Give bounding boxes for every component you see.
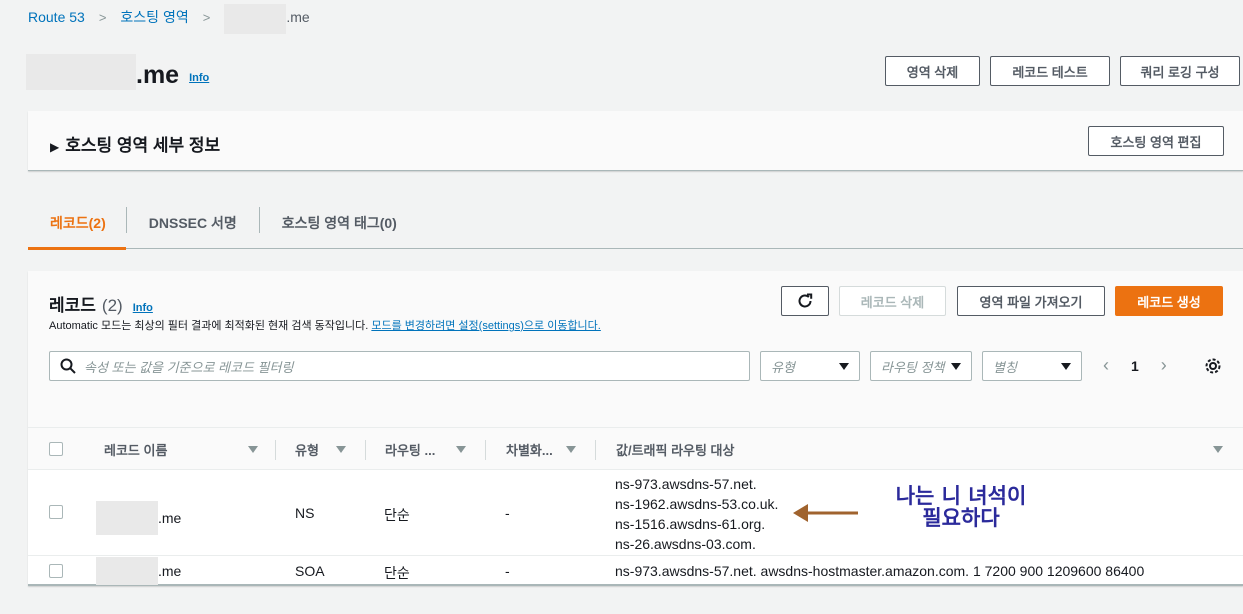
page-title-text: .me xyxy=(136,61,180,89)
breadcrumb: Route 53 > 호스팅 영역 > .me xyxy=(28,4,310,34)
previous-page-icon[interactable]: ‹ xyxy=(1103,355,1109,376)
record-values: ns-973.awsdns-57.net. ns-1962.awsdns-53.… xyxy=(615,474,778,554)
record-routing: 단순 xyxy=(384,565,410,581)
sort-icon xyxy=(1213,446,1223,453)
redacted-domain xyxy=(26,54,136,90)
record-type: NS xyxy=(295,505,315,521)
record-value: ns-973.awsdns-57.net. awsdns-hostmaster.… xyxy=(615,563,1145,579)
import-zone-file-button[interactable]: 영역 파일 가져오기 xyxy=(957,286,1105,316)
delete-zone-button[interactable]: 영역 삭제 xyxy=(885,56,980,86)
breadcrumb-route53[interactable]: Route 53 xyxy=(28,9,85,25)
query-logging-button[interactable]: 쿼리 로깅 구성 xyxy=(1120,56,1240,86)
tabs: 레코드(2) DNSSEC 서명 호스팅 영역 태그(0) xyxy=(28,207,1243,250)
chevron-right-icon: > xyxy=(98,9,107,25)
chevron-right-icon: > xyxy=(202,9,211,25)
redacted-domain xyxy=(96,501,158,535)
select-all-checkbox[interactable] xyxy=(49,442,63,456)
records-description: Automatic 모드는 최상의 필터 결과에 최적화된 현재 검색 동작입니… xyxy=(49,320,601,332)
hosted-zone-details-panel: ▶ 호스팅 영역 세부 정보 호스팅 영역 편집 xyxy=(28,111,1243,171)
sort-icon xyxy=(456,446,466,453)
pagination: ‹ 1 › xyxy=(1103,355,1167,376)
records-panel: 레코드 (2) Info Automatic 모드는 최상의 필터 결과에 최적… xyxy=(28,271,1243,586)
column-header-type[interactable]: 유형 xyxy=(276,428,366,471)
table-row[interactable]: .me SOA 단순 - ns-973.awsdns-57.net. awsdn… xyxy=(28,556,1243,586)
record-name: .me xyxy=(96,556,181,586)
create-record-button[interactable]: 레코드 생성 xyxy=(1115,286,1223,316)
edit-hosted-zone-button[interactable]: 호스팅 영역 편집 xyxy=(1088,126,1224,156)
details-toggle[interactable]: ▶ 호스팅 영역 세부 정보 xyxy=(50,131,220,156)
tab-records[interactable]: 레코드(2) xyxy=(28,207,126,250)
redacted-domain xyxy=(224,4,287,34)
column-header-value[interactable]: 값/트래픽 라우팅 대상 xyxy=(596,428,1243,471)
caret-down-icon xyxy=(839,362,849,370)
records-title: 레코드 xyxy=(49,296,96,315)
annotation-text: 나는 니 녀석이 필요하다 xyxy=(895,484,1027,530)
column-header-differentiator[interactable]: 차별화... xyxy=(486,428,596,471)
record-value: ns-1962.awsdns-53.co.uk. xyxy=(615,496,779,512)
breadcrumb-hosted-zones[interactable]: 호스팅 영역 xyxy=(120,7,188,27)
next-page-icon[interactable]: › xyxy=(1161,355,1167,376)
sort-icon xyxy=(566,446,576,453)
page-title: .me Info xyxy=(26,54,209,90)
column-header-name[interactable]: 레코드 이름 xyxy=(76,428,276,471)
column-header-routing[interactable]: 라우팅 ... xyxy=(366,428,486,471)
caret-right-icon: ▶ xyxy=(50,140,60,154)
breadcrumb-current: .me xyxy=(224,0,310,34)
alias-filter-select[interactable]: 별칭 xyxy=(982,351,1082,381)
record-type: SOA xyxy=(295,563,325,579)
search-icon xyxy=(60,358,76,374)
current-page[interactable]: 1 xyxy=(1131,358,1139,374)
record-differentiator: - xyxy=(505,505,510,521)
record-differentiator: - xyxy=(505,563,510,579)
sort-icon xyxy=(336,446,346,453)
record-routing: 단순 xyxy=(384,507,410,523)
info-link[interactable]: Info xyxy=(189,72,209,84)
row-checkbox[interactable] xyxy=(49,564,63,578)
tab-tags[interactable]: 호스팅 영역 태그(0) xyxy=(260,207,419,249)
search-placeholder: 속성 또는 값을 기준으로 레코드 필터링 xyxy=(84,359,294,375)
record-value: ns-973.awsdns-57.net. xyxy=(615,476,757,492)
row-checkbox[interactable] xyxy=(49,505,63,519)
record-value: ns-26.awsdns-03.com. xyxy=(615,536,756,552)
arrow-left-icon xyxy=(793,504,858,522)
delete-record-button[interactable]: 레코드 삭제 xyxy=(839,286,946,316)
sort-icon xyxy=(248,446,258,453)
table-row[interactable]: .me NS 단순 - ns-973.awsdns-57.net. ns-196… xyxy=(28,470,1243,556)
test-record-button[interactable]: 레코드 테스트 xyxy=(990,56,1110,86)
info-link[interactable]: Info xyxy=(133,302,153,314)
caret-down-icon xyxy=(1061,362,1071,370)
records-header: 레코드 (2) Info xyxy=(49,291,153,316)
redacted-domain xyxy=(96,557,158,585)
refresh-button[interactable] xyxy=(781,286,829,316)
type-filter-select[interactable]: 유형 xyxy=(760,351,860,381)
record-name: .me xyxy=(96,501,181,535)
refresh-icon xyxy=(798,293,813,308)
record-value: ns-1516.awsdns-61.org. xyxy=(615,516,766,532)
tab-dnssec[interactable]: DNSSEC 서명 xyxy=(127,207,259,249)
settings-gear-icon[interactable] xyxy=(1204,357,1222,375)
search-input[interactable]: 속성 또는 값을 기준으로 레코드 필터링 xyxy=(49,351,750,381)
routing-policy-filter-select[interactable]: 라우팅 정책 xyxy=(870,351,972,381)
caret-down-icon xyxy=(951,362,961,370)
settings-link[interactable]: 모드를 변경하려면 설정(settings)으로 이동합니다. xyxy=(371,320,601,332)
records-count: (2) xyxy=(101,296,123,315)
table-header: 레코드 이름 유형 라우팅 ... 차별화... 값/트래픽 라우팅 대상 xyxy=(28,427,1243,470)
